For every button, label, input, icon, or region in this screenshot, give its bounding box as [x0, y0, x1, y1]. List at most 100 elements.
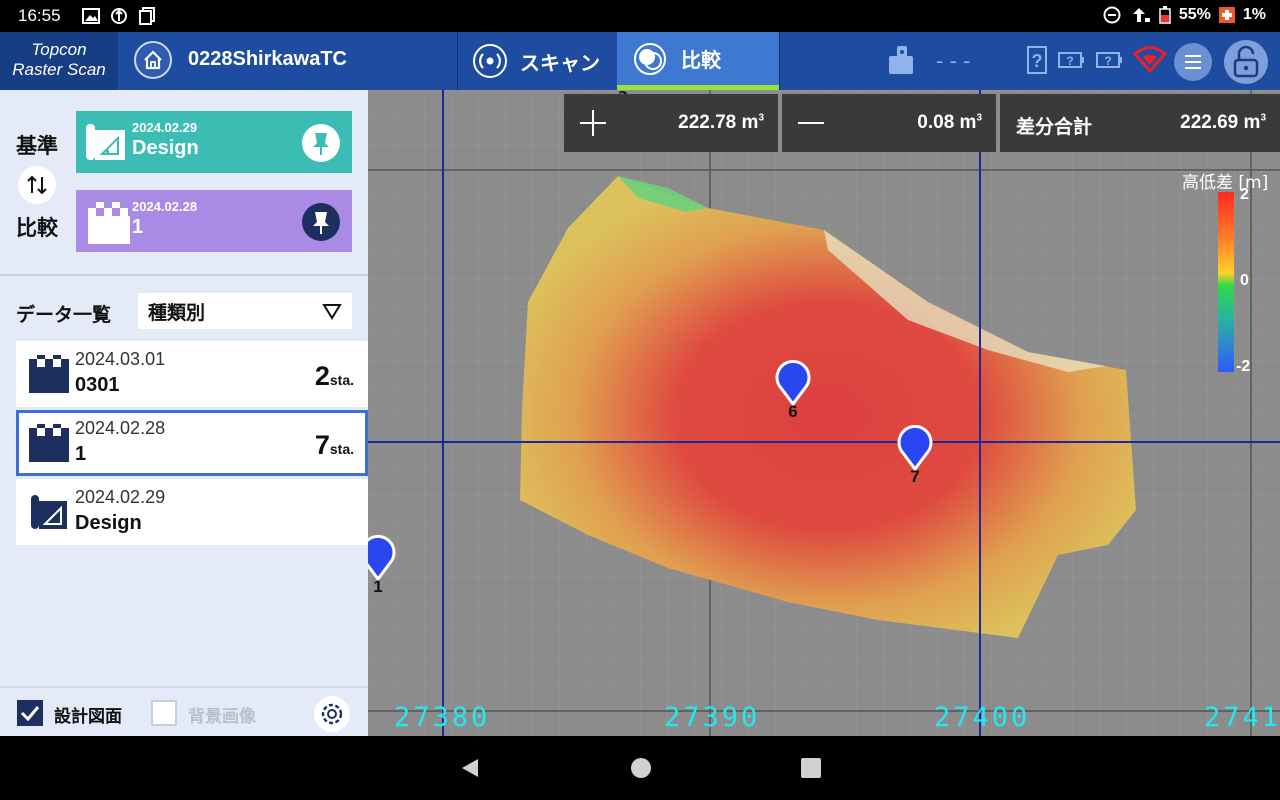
compare-card[interactable]: 2024.02.28 1: [76, 190, 352, 252]
svg-text:?: ?: [1032, 51, 1043, 71]
unlock-icon: [1233, 45, 1259, 78]
map-pin-icon: [775, 359, 811, 407]
battery-icon: [1159, 6, 1171, 24]
list-item-date: 2024.02.29: [75, 487, 166, 507]
fill-volume: 222.78 m3: [678, 112, 764, 134]
minus-icon: [798, 122, 824, 124]
x-axis-label: 2741: [1204, 702, 1280, 733]
clock: 16:55: [18, 6, 61, 25]
diff-total-box: 差分合計 222.69 m3: [1000, 94, 1280, 152]
device-status[interactable]: - - -: [884, 44, 970, 78]
external-battery-icon: [1218, 7, 1235, 23]
list-item-name: 0301: [75, 374, 120, 396]
design-drawing-label: 設計図面: [54, 707, 122, 727]
list-item-station-count: 2sta.: [315, 361, 354, 392]
compare-label: 比較: [16, 216, 58, 240]
back-icon[interactable]: [458, 756, 482, 780]
fill-volume-box: 222.78 m3: [564, 94, 778, 152]
station-count-number: 7: [314, 430, 330, 460]
system-status-right: 55% 1%: [1103, 6, 1266, 24]
system-status-bar: 16:55 55% 1%: [0, 0, 1280, 32]
project-name: 0228ShirkawaTC: [188, 48, 347, 70]
design-icon: [86, 124, 125, 160]
svg-text:?: ?: [1104, 54, 1111, 68]
notification-icons: [82, 7, 156, 25]
header-separator: [779, 32, 780, 90]
station-pin[interactable]: 7: [895, 424, 935, 487]
home-nav-icon[interactable]: [629, 756, 653, 780]
device-icon: [889, 46, 913, 74]
charging-device-icon: [1132, 8, 1150, 22]
reference-pin-button[interactable]: [302, 124, 340, 162]
dropdown-triangle-icon: [322, 304, 342, 320]
background-image-label: 背景画像: [188, 707, 256, 727]
image-notification-icon: [82, 7, 100, 25]
menu-button[interactable]: [1174, 43, 1212, 81]
recent-apps-icon[interactable]: [799, 756, 823, 780]
list-item-station-count: 7sta.: [315, 430, 354, 461]
map-grid: [368, 90, 1280, 736]
connection-status-icons: ? ? ?: [1026, 43, 1168, 77]
app-header: Topcon Raster Scan 0228ShirkawaTC スキャン 比…: [0, 32, 1280, 90]
legend-mid: 0: [1240, 272, 1249, 289]
diff-total: 222.69 m3: [1180, 112, 1266, 134]
scan-icon: [29, 424, 69, 462]
cut-volume-value: 0.08 m: [917, 112, 977, 133]
pin-icon: [313, 133, 329, 155]
unit-exponent: 3: [1260, 112, 1266, 124]
compare-date: 2024.02.28: [132, 199, 198, 214]
x-axis-label: 27380: [394, 702, 491, 733]
map-pin-icon: [368, 534, 396, 582]
background-image-checkbox[interactable]: [151, 700, 177, 726]
system-navigation-bar: [0, 736, 1280, 800]
station-pin[interactable]: 1: [368, 534, 398, 597]
compare-icon: [634, 42, 666, 75]
tab-compare[interactable]: 比較: [617, 32, 779, 90]
logo-line2: Raster Scan: [12, 60, 106, 79]
do-not-disturb-icon: [1103, 6, 1121, 24]
map-pin-icon: [897, 424, 933, 472]
volume-summary: 222.78 m3 0.08 m3 差分合計 222.69 m3: [564, 94, 1280, 152]
list-item-date: 2024.02.28: [75, 418, 166, 438]
home-button[interactable]: [134, 41, 172, 79]
device-status-text: - - -: [936, 49, 971, 73]
x-axis-label: 27400: [934, 702, 1031, 733]
reference-label: 基準: [16, 134, 58, 158]
checkmark-icon: [20, 706, 40, 722]
gear-icon: [321, 703, 343, 725]
cut-volume-box: 0.08 m3: [782, 94, 996, 152]
reference-card[interactable]: 2024.02.29 Design: [76, 111, 352, 173]
list-item[interactable]: 2024.03.01 0301 2sta.: [16, 341, 368, 407]
lock-button[interactable]: [1224, 40, 1268, 84]
swap-button[interactable]: [18, 166, 56, 204]
sidebar: 基準 2024.02.29 Design 比較 2024.02.28 1 データ…: [0, 90, 368, 736]
tab-compare-label: 比較: [681, 48, 721, 72]
sort-dropdown[interactable]: 種類別: [138, 293, 352, 329]
compare-pin-button[interactable]: [302, 203, 340, 241]
tab-scan[interactable]: スキャン: [458, 32, 616, 90]
station-count-unit: sta.: [329, 372, 354, 388]
station-count-number: 2: [314, 361, 330, 391]
unit-exponent: 3: [976, 112, 982, 124]
comparison-map[interactable]: 2 222.78 m3 0.08 m3 差分合計 222.69 m3 高低差 […: [368, 90, 1280, 736]
plus-icon: [580, 110, 606, 136]
unknown-battery2-icon: ?: [1096, 52, 1122, 68]
legend-color-bar: [1218, 192, 1234, 372]
reference-name: Design: [132, 137, 199, 159]
layer-toggles: 設計図面 背景画像: [0, 686, 368, 736]
sync-notification-icon: [110, 7, 128, 25]
svg-text:?: ?: [1066, 54, 1073, 68]
tab-scan-label: スキャン: [520, 50, 600, 75]
menu-icon: [1185, 55, 1201, 69]
settings-button[interactable]: [314, 696, 350, 732]
design-drawing-checkbox[interactable]: [17, 700, 43, 726]
x-axis-label: 27390: [664, 702, 761, 733]
list-item[interactable]: 2024.02.29 Design: [16, 479, 368, 545]
list-item-name: Design: [75, 512, 142, 534]
logo-line1: Topcon: [31, 40, 87, 59]
station-pin[interactable]: 6: [773, 359, 813, 422]
list-item[interactable]: 2024.02.28 1 7sta.: [16, 410, 368, 476]
list-item-name: 1: [75, 443, 87, 465]
legend-min: -2: [1236, 358, 1251, 375]
list-item-date: 2024.03.01: [75, 349, 166, 369]
